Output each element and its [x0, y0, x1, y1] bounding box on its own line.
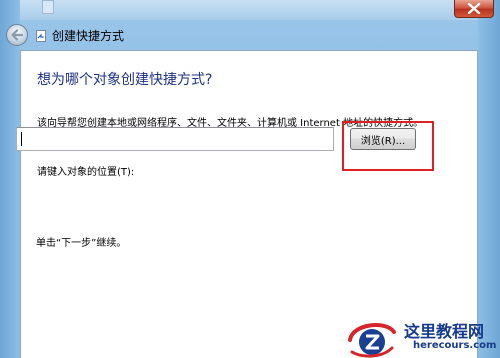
- window-title: 创建快捷方式: [52, 29, 125, 43]
- highlight-annotation: [342, 121, 434, 171]
- back-arrow-icon: [11, 29, 24, 41]
- watermark-title: 这里教程网: [404, 322, 485, 341]
- wizard-content: 想为哪个对象创建快捷方式? 该向导帮您创建本地或网络程序、文件、文件夹、计算机或…: [20, 50, 478, 358]
- back-button[interactable]: [6, 24, 28, 46]
- shortcut-wizard-icon: [36, 30, 46, 42]
- close-button[interactable]: [454, 0, 494, 18]
- taskbar-fragment: [42, 0, 54, 14]
- location-input[interactable]: [16, 127, 334, 151]
- text-caret: [21, 132, 22, 146]
- watermark-logo: [348, 323, 396, 358]
- frame-right-border: [478, 0, 500, 358]
- frame-left-border: [0, 0, 20, 358]
- watermark-url: herecours.com: [413, 340, 497, 351]
- next-step-hint: 单击“下一步”继续。: [36, 238, 127, 249]
- window-top-strip: [0, 0, 500, 20]
- window-frame: 创建快捷方式 想为哪个对象创建快捷方式? 该向导帮您创建本地或网络程序、文件、文…: [0, 0, 500, 358]
- location-label: 请键入对象的位置(T):: [37, 167, 135, 178]
- close-icon: [467, 3, 481, 14]
- wizard-heading: 想为哪个对象创建快捷方式?: [37, 72, 213, 88]
